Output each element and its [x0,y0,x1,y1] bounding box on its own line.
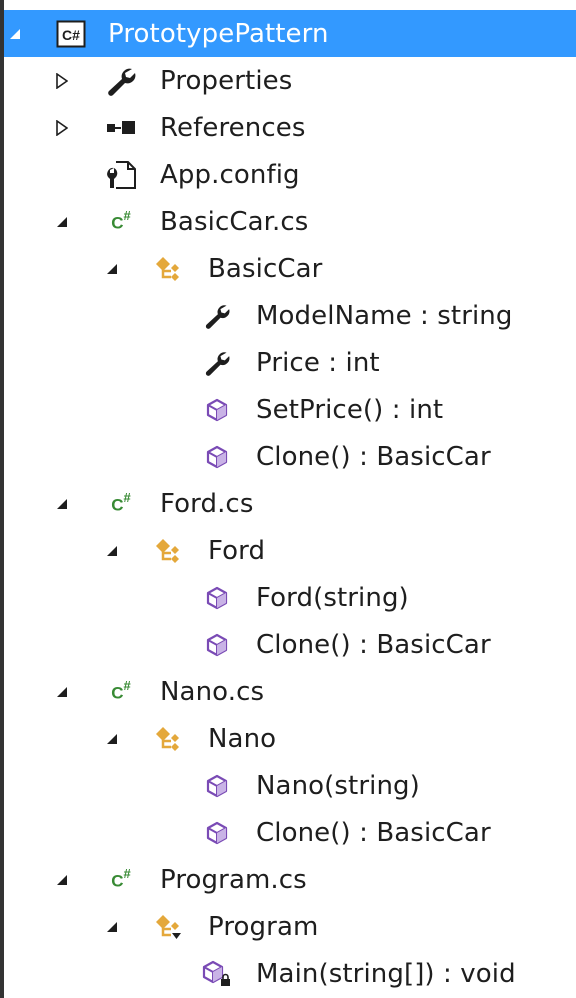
internal-class-icon [152,903,186,950]
tree-item-nano-constructor[interactable]: Nano(string) [4,762,576,809]
csharp-file-icon: C# [111,207,131,233]
method-icon [200,386,234,433]
tree-item-app-config[interactable]: App.config [4,151,576,198]
tree-item-label: Nano(string) [256,770,420,801]
collapsed-arrow-icon[interactable] [52,57,72,104]
csharp-file-icon: C# [111,677,131,703]
tree-item-label: Nano [208,723,277,754]
references-icon [104,104,138,151]
expanded-arrow-icon[interactable] [6,10,26,57]
method-icon [200,574,234,621]
tree-item-clone-method[interactable]: Clone() : BasicCar [4,809,576,856]
csharp-project-icon: C# [54,10,88,57]
tree-item-clone-method[interactable]: Clone() : BasicCar [4,621,576,668]
tree-item-label: Clone() : BasicCar [256,441,491,472]
tree-item-label: Program.cs [160,864,307,895]
property-wrench-icon [200,292,234,339]
tree-item-program-cs[interactable]: C# Program.cs [4,856,576,903]
tree-item-nano-cs[interactable]: C# Nano.cs [4,668,576,715]
tree-item-ford-constructor[interactable]: Ford(string) [4,574,576,621]
private-method-icon [200,950,234,997]
expanded-arrow-icon[interactable] [102,903,122,950]
method-icon [200,433,234,480]
method-icon [200,621,234,668]
tree-item-label: Ford(string) [256,582,409,613]
svg-text:C#: C# [62,27,80,43]
tree-item-basiccar-class[interactable]: BasicCar [4,245,576,292]
method-icon [200,762,234,809]
tree-item-label: PrototypePattern [108,18,329,49]
expanded-arrow-icon[interactable] [102,245,122,292]
csharp-file-icon: C# [111,865,131,891]
solution-explorer-tree: C# PrototypePattern Properties Reference… [0,0,576,998]
tree-item-prototypepattern[interactable]: C# PrototypePattern [4,10,576,57]
tree-item-label: SetPrice() : int [256,394,444,425]
tree-item-program-class[interactable]: Program [4,903,576,950]
tree-item-ford-class[interactable]: Ford [4,527,576,574]
tree-item-price-property[interactable]: Price : int [4,339,576,386]
class-icon [152,527,186,574]
config-file-icon [104,151,138,198]
tree-item-label: Nano.cs [160,676,265,707]
tree-item-ford-cs[interactable]: C# Ford.cs [4,480,576,527]
tree-item-label: App.config [160,159,300,190]
class-icon [152,715,186,762]
tree-item-properties[interactable]: Properties [4,57,576,104]
tree-item-label: Properties [160,65,293,96]
method-icon [200,809,234,856]
collapsed-arrow-icon[interactable] [52,104,72,151]
expanded-arrow-icon[interactable] [52,856,72,903]
tree-item-label: Price : int [256,347,380,378]
tree-item-references[interactable]: References [4,104,576,151]
tree-item-label: Main(string[]) : void [256,958,516,989]
tree-item-label: References [160,112,306,143]
tree-item-nano-class[interactable]: Nano [4,715,576,762]
csharp-file-icon: C# [111,489,131,515]
wrench-icon [104,57,138,104]
tree-item-main-method[interactable]: Main(string[]) : void [4,950,576,997]
tree-item-label: BasicCar [208,253,323,284]
tree-item-label: Clone() : BasicCar [256,629,491,660]
tree-item-label: Ford.cs [160,488,254,519]
expanded-arrow-icon[interactable] [102,527,122,574]
tree-item-clone-method[interactable]: Clone() : BasicCar [4,433,576,480]
tree-item-modelname-property[interactable]: ModelName : string [4,292,576,339]
tree-item-label: Program [208,911,319,942]
tree-item-label: BasicCar.cs [160,206,309,237]
tree-item-label: ModelName : string [256,300,513,331]
property-wrench-icon [200,339,234,386]
tree-item-basiccar-cs[interactable]: C# BasicCar.cs [4,198,576,245]
tree-item-label: Ford [208,535,266,566]
expanded-arrow-icon[interactable] [52,668,72,715]
expanded-arrow-icon[interactable] [52,480,72,527]
class-icon [152,245,186,292]
tree-item-label: Clone() : BasicCar [256,817,491,848]
expanded-arrow-icon[interactable] [52,198,72,245]
expanded-arrow-icon[interactable] [102,715,122,762]
tree-item-setprice-method[interactable]: SetPrice() : int [4,386,576,433]
